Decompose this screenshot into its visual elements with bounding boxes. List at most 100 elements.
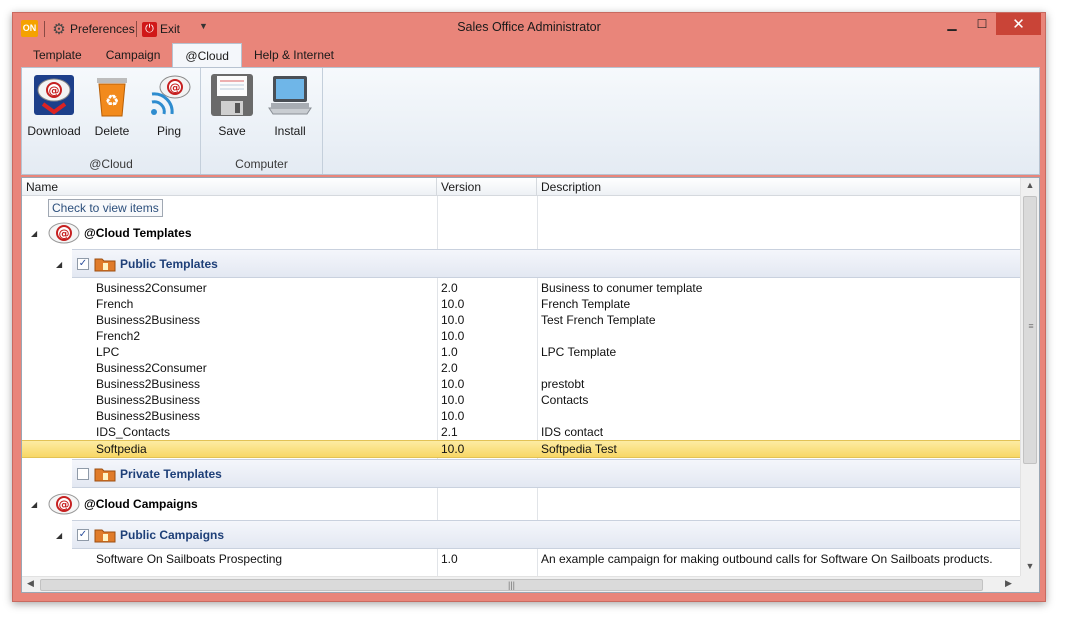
cell-name: Business2Consumer: [96, 361, 207, 375]
collapse-arrow-icon[interactable]: ◢: [31, 500, 37, 509]
group-title: @Cloud Templates: [84, 226, 192, 240]
column-header-version[interactable]: Version: [437, 178, 537, 196]
cell-version: 10.0: [441, 313, 465, 327]
svg-text:@: @: [170, 81, 181, 94]
cell-description: Softpedia Test: [541, 442, 617, 456]
close-button[interactable]: ✕: [996, 13, 1041, 35]
ribbon-group-computer: Save Install Computer: [201, 68, 323, 174]
table-row[interactable]: Business2Business 10.0: [22, 408, 1020, 424]
subgroup-title: Private Templates: [120, 467, 222, 481]
group-cloud-campaigns[interactable]: ◢ @ @Cloud Campaigns: [22, 489, 1020, 519]
cell-name: Softpedia: [96, 442, 147, 456]
table-row[interactable]: Business2Business 10.0 Test French Templ…: [22, 312, 1020, 328]
scroll-thumb[interactable]: |||: [40, 579, 983, 591]
folder-icon: [94, 527, 116, 543]
cell-version: 10.0: [441, 329, 465, 343]
minimize-button[interactable]: ▁: [939, 13, 965, 35]
scroll-corner: [1020, 576, 1039, 592]
folder-icon: [94, 466, 116, 482]
grip-icon: ≡: [1028, 321, 1034, 331]
cell-description: Test French Template: [541, 313, 656, 327]
cell-description: Business to conumer template: [541, 281, 703, 295]
cell-version: 2.0: [441, 361, 458, 375]
column-header-name[interactable]: Name: [22, 178, 437, 196]
recycle-bin-icon: ♻: [89, 72, 135, 118]
cell-name: Business2Business: [96, 313, 201, 327]
table-row[interactable]: Business2Consumer 2.0 Business to conume…: [22, 280, 1020, 296]
table-row[interactable]: LPC 1.0 LPC Template: [22, 344, 1020, 360]
public-campaigns-checkbox[interactable]: ✓: [77, 529, 89, 541]
private-templates-checkbox[interactable]: [77, 468, 89, 480]
cell-version: 10.0: [441, 297, 465, 311]
cell-version: 10.0: [441, 442, 465, 456]
subgroup-title: Public Templates: [120, 257, 218, 271]
collapse-arrow-icon[interactable]: ◢: [31, 229, 37, 238]
cell-name: Business2Consumer: [96, 281, 207, 295]
maximize-button[interactable]: ☐: [969, 13, 995, 35]
cell-description: prestobt: [541, 377, 585, 391]
column-header: Name Version Description: [22, 178, 1020, 196]
tab-template[interactable]: Template: [21, 43, 94, 67]
cell-version: 10.0: [441, 409, 465, 423]
ribbon-group-cloud: @ Download ♻ Delete @ Ping @Cloud: [22, 68, 201, 174]
table-row[interactable]: IDS_Contacts 2.1 IDS contact: [22, 424, 1020, 440]
svg-text:@: @: [49, 84, 60, 97]
install-button[interactable]: Install: [262, 72, 318, 144]
cloud-at-icon: @: [48, 492, 80, 516]
table-row[interactable]: French2 10.0: [22, 328, 1020, 344]
window-title: Sales Office Administrator: [457, 20, 601, 34]
save-button[interactable]: Save: [204, 72, 260, 144]
public-templates-checkbox[interactable]: ✓: [77, 258, 89, 270]
subgroup-private-templates[interactable]: Private Templates: [72, 459, 1020, 488]
tab-cloud[interactable]: @Cloud: [172, 43, 242, 67]
cell-name: French2: [96, 329, 141, 343]
minimize-icon: ▁: [947, 17, 957, 31]
title-bar: ON ⚙ Preferences ⏻ Exit ▼ Sales Office A…: [13, 13, 1045, 43]
table-row[interactable]: French 10.0 French Template: [22, 296, 1020, 312]
subgroup-public-campaigns[interactable]: ◢ ✓ Public Campaigns: [56, 520, 1020, 549]
cell-version: 2.0: [441, 281, 458, 295]
cell-description: An example campaign for making outbound …: [541, 552, 993, 566]
table-row-selected[interactable]: Softpedia 10.0 Softpedia Test: [22, 440, 1020, 458]
download-button[interactable]: @ Download: [26, 72, 82, 144]
svg-text:♻: ♻: [105, 91, 119, 110]
download-icon: @: [31, 72, 77, 118]
scroll-left-icon[interactable]: ◀: [27, 578, 34, 589]
subgroup-public-templates[interactable]: ◢ ✓ Public Templates: [56, 249, 1020, 278]
cell-name: LPC: [96, 345, 120, 359]
column-header-description[interactable]: Description: [537, 178, 1020, 196]
collapse-arrow-icon[interactable]: ◢: [56, 531, 62, 540]
tab-campaign[interactable]: Campaign: [94, 43, 173, 67]
save-label: Save: [218, 124, 246, 138]
cell-name: Business2Business: [96, 377, 201, 391]
cell-description: French Template: [541, 297, 631, 311]
group-title: @Cloud Campaigns: [84, 497, 198, 511]
tab-help-internet[interactable]: Help & Internet: [242, 43, 346, 67]
scroll-down-icon[interactable]: ▼: [1021, 561, 1039, 571]
cell-name: IDS_Contacts: [96, 425, 171, 439]
table-row[interactable]: Software On Sailboats Prospecting 1.0 An…: [22, 551, 1020, 567]
table-row[interactable]: Business2Business 10.0 Contacts: [22, 392, 1020, 408]
table-row[interactable]: Business2Business 10.0 prestobt: [22, 376, 1020, 392]
cloud-at-icon: @: [48, 221, 80, 245]
vertical-scrollbar[interactable]: ▲ ≡ ▼: [1020, 178, 1039, 576]
app-window: ON ⚙ Preferences ⏻ Exit ▼ Sales Office A…: [12, 12, 1046, 602]
subgroup-title: Public Campaigns: [120, 528, 225, 542]
scroll-right-icon[interactable]: ▶: [1005, 578, 1012, 589]
ping-button[interactable]: @ Ping: [141, 72, 197, 144]
maximize-icon: ☐: [976, 17, 988, 31]
template-tree-list[interactable]: Name Version Description Check to view i…: [21, 177, 1040, 593]
table-row[interactable]: Business2Consumer 2.0: [22, 360, 1020, 376]
cell-description: LPC Template: [541, 345, 617, 359]
horizontal-scrollbar[interactable]: ◀ ||| ▶: [22, 576, 1020, 592]
folder-icon: [94, 256, 116, 272]
grip-icon: |||: [508, 580, 516, 590]
cell-name: Business2Business: [96, 409, 201, 423]
scroll-up-icon[interactable]: ▲: [1021, 180, 1039, 190]
group-cloud-templates[interactable]: ◢ @ @Cloud Templates: [22, 218, 1020, 248]
laptop-icon: [267, 72, 313, 118]
delete-button[interactable]: ♻ Delete: [84, 72, 140, 144]
scroll-thumb[interactable]: ≡: [1023, 196, 1037, 464]
collapse-arrow-icon[interactable]: ◢: [56, 260, 62, 269]
svg-text:@: @: [59, 227, 70, 240]
